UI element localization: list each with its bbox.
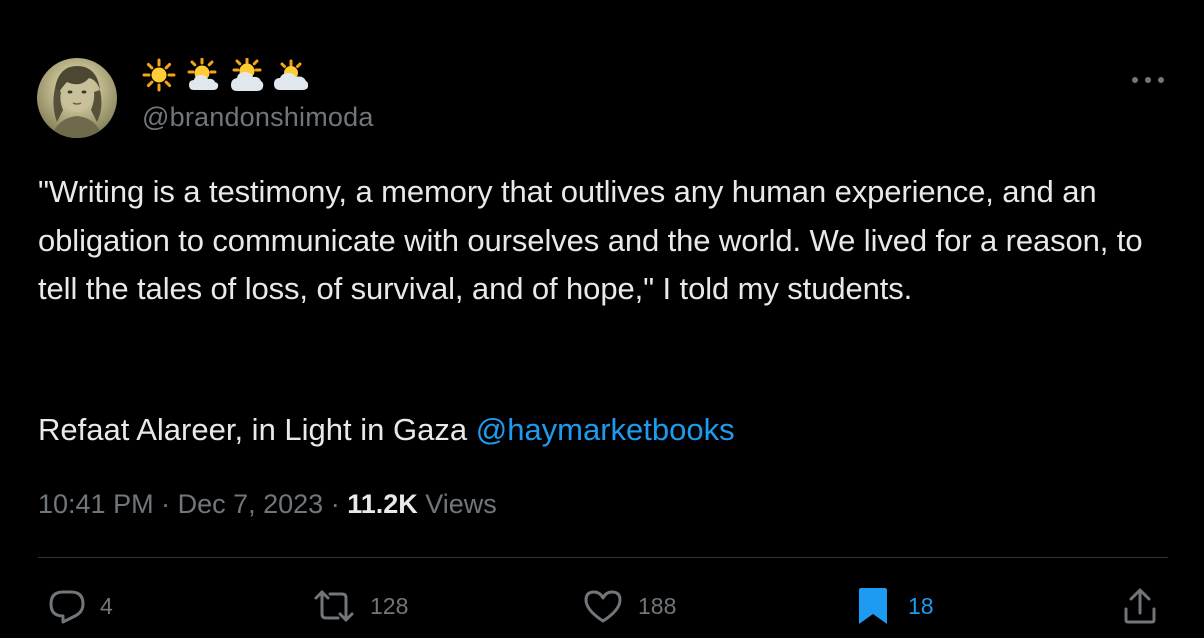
like-count: 188 <box>638 592 677 619</box>
share-icon <box>1124 588 1156 624</box>
tweet-quote: "Writing is a testimony, a memory that o… <box>38 174 1151 306</box>
sun-behind-small-cloud-icon <box>187 58 219 90</box>
bookmark-icon <box>859 588 887 624</box>
views-count[interactable]: 11.2K <box>347 489 418 519</box>
tweet-attribution: Refaat Alareer, in Light in Gaza @haymar… <box>38 406 735 454</box>
reply-button[interactable]: 4 <box>48 586 113 626</box>
divider <box>38 557 1168 558</box>
display-name[interactable] <box>142 58 308 92</box>
sun-icon <box>142 58 176 92</box>
mention-link[interactable]: @haymarketbooks <box>476 412 735 447</box>
avatar-image <box>51 66 103 138</box>
reply-count: 4 <box>100 592 113 619</box>
avatar[interactable] <box>37 58 117 138</box>
bookmark-button[interactable]: 18 <box>856 586 934 626</box>
tweet-card: @brandonshimoda "Writing is a testimony,… <box>0 0 1204 638</box>
repost-count: 128 <box>370 592 409 619</box>
repost-icon <box>314 590 354 622</box>
sun-behind-cloud-icon <box>231 58 264 91</box>
bookmark-count: 18 <box>908 592 934 619</box>
tweet-meta: 10:41 PM · Dec 7, 2023 · 11.2K Views <box>38 484 497 524</box>
views-label: Views <box>417 489 497 519</box>
attribution-text: Refaat Alareer, in Light in Gaza <box>38 412 476 447</box>
more-options-button[interactable] <box>1128 66 1168 94</box>
share-button[interactable] <box>1122 586 1158 626</box>
meta-separator: · <box>323 489 348 519</box>
repost-button[interactable]: 128 <box>312 586 408 626</box>
tweet-text: "Writing is a testimony, a memory that o… <box>38 168 1168 314</box>
sun-behind-large-cloud-icon <box>274 59 308 90</box>
like-button[interactable]: 188 <box>582 586 676 626</box>
tweet-date[interactable]: Dec 7, 2023 <box>178 489 324 519</box>
reply-icon <box>49 590 85 624</box>
more-icon <box>1132 77 1164 83</box>
heart-icon <box>584 590 622 623</box>
meta-separator: · <box>153 489 178 519</box>
tweet-time[interactable]: 10:41 PM <box>38 489 154 519</box>
author-handle[interactable]: @brandonshimoda <box>142 102 374 133</box>
